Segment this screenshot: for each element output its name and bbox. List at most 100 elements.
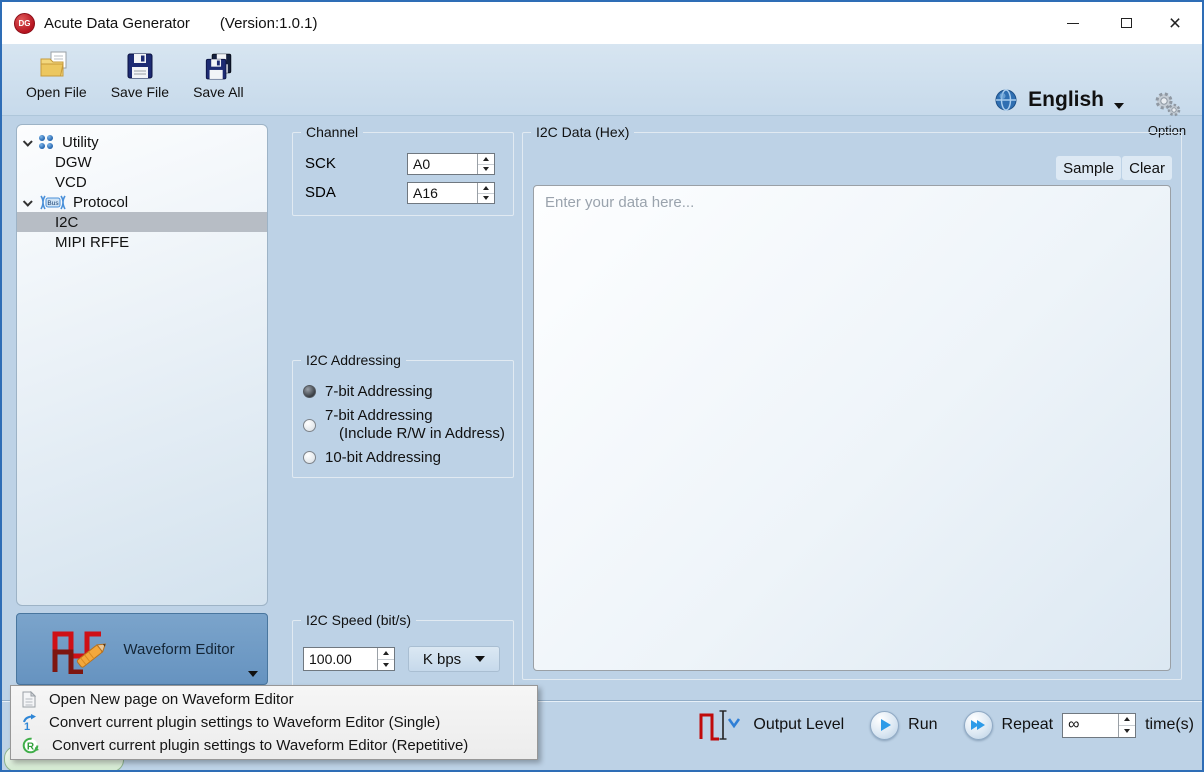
clear-button[interactable]: Clear bbox=[1122, 156, 1172, 180]
sidebar-item-dgw[interactable]: DGW bbox=[17, 152, 267, 172]
sidebar-item-label: Protocol bbox=[73, 194, 128, 211]
speed-unit-dropdown[interactable]: K bps bbox=[408, 646, 500, 672]
speed-unit-value: K bps bbox=[423, 651, 461, 668]
spinner-arrows[interactable] bbox=[477, 183, 494, 203]
sda-label: SDA bbox=[305, 184, 336, 201]
menu-item-label: Open New page on Waveform Editor bbox=[49, 691, 294, 708]
arrow-up-icon bbox=[383, 651, 389, 655]
spinner-arrows[interactable] bbox=[477, 154, 494, 174]
svg-text:Bus: Bus bbox=[47, 200, 59, 207]
play-icon bbox=[881, 719, 891, 731]
menu-item-convert-single[interactable]: 1 Convert current plugin settings to Wav… bbox=[11, 711, 537, 734]
sck-channel-spinner[interactable]: A0 bbox=[407, 153, 495, 175]
chevron-down-icon[interactable] bbox=[23, 196, 33, 206]
speed-group-title: I2C Speed (bit/s) bbox=[301, 612, 416, 628]
sample-button[interactable]: Sample bbox=[1056, 156, 1121, 180]
arrow-down-icon bbox=[383, 663, 389, 667]
close-icon: × bbox=[1169, 13, 1181, 34]
sidebar-item-mipi-rffe[interactable]: MIPI RFFE bbox=[17, 232, 267, 252]
speed-group: I2C Speed (bit/s) 100.00 K bps bbox=[292, 620, 514, 692]
sidebar-item-label: DGW bbox=[55, 154, 92, 171]
minimize-button[interactable] bbox=[1050, 2, 1096, 44]
menu-item-open-new-page[interactable]: Open New page on Waveform Editor bbox=[11, 688, 537, 711]
i2c-data-group-title: I2C Data (Hex) bbox=[531, 124, 634, 140]
channel-group: Channel SCK A0 SDA A16 bbox=[292, 132, 514, 216]
sda-channel-spinner[interactable]: A16 bbox=[407, 182, 495, 204]
language-selector[interactable]: English bbox=[994, 88, 1124, 112]
play-icon bbox=[977, 720, 985, 730]
save-all-icon bbox=[201, 50, 235, 82]
open-folder-icon bbox=[38, 50, 74, 82]
radio-label: 10-bit Addressing bbox=[325, 449, 441, 466]
radio-label: 7-bit Addressing bbox=[325, 383, 433, 400]
radio-10bit[interactable]: 10-bit Addressing bbox=[303, 449, 441, 466]
maximize-icon bbox=[1121, 18, 1132, 28]
sidebar-item-protocol[interactable]: Bus Protocol bbox=[17, 192, 267, 212]
toolbar: Open File Save File bbox=[2, 44, 1202, 116]
radio-sublabel: (Include R/W in Address) bbox=[325, 425, 505, 443]
dropdown-caret-icon bbox=[475, 656, 485, 662]
language-caret-icon bbox=[1114, 103, 1124, 109]
output-level-icon bbox=[698, 706, 744, 744]
waveform-editor-menu: Open New page on Waveform Editor 1 Conve… bbox=[10, 685, 538, 760]
radio-7bit[interactable]: 7-bit Addressing bbox=[303, 383, 433, 400]
sidebar-item-label: Utility bbox=[62, 134, 99, 151]
version-label: (Version:1.0.1) bbox=[220, 15, 318, 32]
arrow-up-icon bbox=[483, 157, 489, 161]
app-window: DG Acute Data Generator (Version:1.0.1) … bbox=[0, 0, 1204, 772]
menu-item-label: Convert current plugin settings to Wavef… bbox=[52, 737, 468, 754]
spinner-arrows[interactable] bbox=[1118, 714, 1135, 737]
waveform-editor-button[interactable]: Waveform Editor bbox=[16, 613, 268, 685]
repeat-count-spinner[interactable]: ∞ bbox=[1062, 713, 1136, 738]
radio-icon bbox=[303, 419, 316, 432]
i2c-data-group: I2C Data (Hex) Sample Clear bbox=[522, 132, 1182, 680]
save-all-button[interactable]: Save All bbox=[189, 48, 248, 102]
plugin-tree-panel: Utility DGW VCD Bus Protocol I2C MIPI RF… bbox=[16, 124, 268, 606]
bus-icon: Bus bbox=[39, 195, 67, 210]
option-button[interactable]: Option bbox=[1138, 90, 1196, 138]
sidebar-item-vcd[interactable]: VCD bbox=[17, 172, 267, 192]
i2c-data-input[interactable] bbox=[533, 185, 1171, 671]
maximize-button[interactable] bbox=[1103, 2, 1149, 44]
sidebar-item-utility[interactable]: Utility bbox=[17, 132, 267, 152]
channel-group-title: Channel bbox=[301, 124, 363, 140]
convert-repetitive-icon: R bbox=[22, 737, 39, 754]
sidebar-item-label: I2C bbox=[55, 214, 78, 231]
repeat-label: Repeat bbox=[1002, 716, 1054, 734]
close-button[interactable]: × bbox=[1152, 2, 1198, 44]
arrow-down-icon bbox=[483, 196, 489, 200]
sck-value: A0 bbox=[408, 154, 477, 174]
window-title: Acute Data Generator bbox=[44, 15, 190, 32]
repeat-count-value: ∞ bbox=[1063, 714, 1118, 737]
floppy-disk-icon bbox=[124, 50, 156, 82]
sidebar-item-label: VCD bbox=[55, 174, 87, 191]
run-button[interactable] bbox=[870, 711, 899, 740]
chevron-down-icon[interactable] bbox=[23, 136, 33, 146]
save-all-label: Save All bbox=[193, 84, 244, 100]
open-file-label: Open File bbox=[26, 84, 87, 100]
radio-label: 7-bit Addressing bbox=[325, 407, 505, 425]
menu-item-convert-repetitive[interactable]: R Convert current plugin settings to Wav… bbox=[11, 734, 537, 757]
open-file-button[interactable]: Open File bbox=[22, 48, 91, 102]
sck-label: SCK bbox=[305, 155, 336, 172]
radio-selected-icon bbox=[303, 385, 316, 398]
speed-spinner[interactable]: 100.00 bbox=[303, 647, 395, 671]
spinner-arrows[interactable] bbox=[377, 648, 394, 670]
output-level-label: Output Level bbox=[753, 716, 844, 734]
convert-single-icon: 1 bbox=[22, 714, 36, 731]
gear-icon bbox=[1149, 90, 1185, 120]
svg-text:R: R bbox=[27, 741, 35, 752]
addressing-group: I2C Addressing 7-bit Addressing 7-bit Ad… bbox=[292, 360, 514, 478]
title-bar: DG Acute Data Generator (Version:1.0.1) … bbox=[2, 2, 1202, 44]
document-icon bbox=[22, 691, 36, 708]
radio-7bit-rw[interactable]: 7-bit Addressing (Include R/W in Address… bbox=[303, 407, 505, 443]
save-file-button[interactable]: Save File bbox=[107, 48, 173, 102]
waveform-editor-caret-icon bbox=[248, 671, 258, 677]
repeat-button[interactable] bbox=[964, 711, 993, 740]
menu-item-label: Convert current plugin settings to Wavef… bbox=[49, 714, 440, 731]
arrow-down-icon bbox=[483, 167, 489, 171]
globe-icon bbox=[994, 88, 1018, 112]
sidebar-item-i2c[interactable]: I2C bbox=[17, 212, 267, 232]
waveform-editor-label: Waveform Editor bbox=[123, 641, 234, 658]
addressing-group-title: I2C Addressing bbox=[301, 352, 406, 368]
